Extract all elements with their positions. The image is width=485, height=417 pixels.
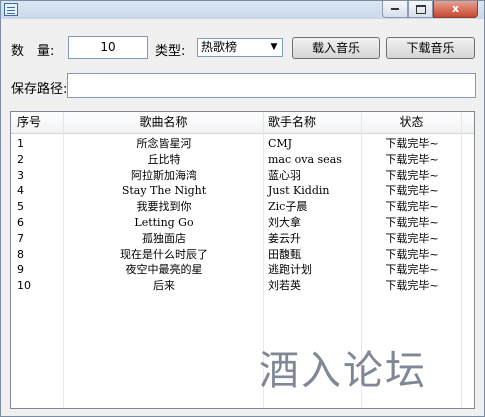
table-row[interactable]: 4 Stay The Night Just Kiddin 下载完毕~ <box>11 183 474 199</box>
app-window: x 数 量: 10 类型: 热歌榜 ▼ 载入音乐 下载音乐 保存路径: 序号 歌… <box>0 0 485 417</box>
row-song-name: 孤独面店 <box>142 231 186 245</box>
table-row[interactable]: 5 我要找到你 Zic子晨 下载完毕~ <box>11 199 474 215</box>
row-status: 下载完毕~ <box>385 247 439 261</box>
watermark-logo: 酒入论坛 <box>259 348 427 394</box>
row-index: 6 <box>17 215 24 229</box>
table-row[interactable]: 3 阿拉斯加海湾 蓝心羽 下载完毕~ <box>11 168 474 184</box>
dropdown-arrow-icon[interactable]: ▼ <box>266 39 282 56</box>
column-header-status[interactable]: 状态 <box>362 112 462 133</box>
row-artist-name: 蓝心羽 <box>268 168 301 182</box>
import-music-button[interactable]: 载入音乐 <box>292 37 380 59</box>
row-index: 5 <box>17 200 24 214</box>
quantity-label: 数 量: <box>11 44 55 59</box>
row-artist-name: CMJ <box>268 137 293 150</box>
row-song-name: 丘比特 <box>147 152 181 166</box>
type-selected-value: 热歌榜 <box>201 40 238 54</box>
row-song-name: 夜空中最亮的星 <box>125 263 203 277</box>
table-row[interactable]: 6 Letting Go 刘大拿 下载完毕~ <box>11 215 474 231</box>
save-path-label: 保存路径: <box>11 82 68 97</box>
row-status: 下载完毕~ <box>385 279 439 293</box>
row-status: 下载完毕~ <box>385 184 439 198</box>
row-index: 1 <box>17 137 24 150</box>
row-artist-name: Zic子晨 <box>268 200 308 214</box>
save-path-input[interactable] <box>67 73 476 98</box>
row-status: 下载完毕~ <box>385 215 439 229</box>
row-song-name: 我要找到你 <box>136 200 192 214</box>
row-artist-name: Just Kiddin <box>268 184 330 198</box>
row-status: 下载完毕~ <box>385 137 439 150</box>
row-artist-name: 逃跑计划 <box>268 263 312 277</box>
row-status: 下载完毕~ <box>385 152 439 166</box>
type-label: 类型: <box>155 44 186 59</box>
row-song-name: Stay The Night <box>121 184 207 198</box>
row-song-name: 现在是什么时辰了 <box>120 247 208 261</box>
table-row[interactable]: 1 所念皆星河 CMJ 下载完毕~ <box>11 136 474 152</box>
row-artist-name: mac ova seas <box>268 152 342 166</box>
row-song-name: 后来 <box>153 279 175 293</box>
close-icon: x <box>451 2 460 15</box>
table-row[interactable]: 8 现在是什么时辰了 田馥甄 下载完毕~ <box>11 247 474 263</box>
quantity-input[interactable]: 10 <box>68 36 148 59</box>
list-header: 序号 歌曲名称 歌手名称 状态 <box>11 112 474 134</box>
minimize-button[interactable] <box>382 1 408 18</box>
table-row[interactable]: 2 丘比特 mac ova seas 下载完毕~ <box>11 152 474 168</box>
row-artist-name: 田馥甄 <box>268 247 301 261</box>
row-song-name: Letting Go <box>134 215 194 229</box>
maximize-button[interactable] <box>408 1 433 18</box>
column-header-index[interactable]: 序号 <box>11 112 64 133</box>
list-rows: 1 所念皆星河 CMJ 下载完毕~ 2 丘比特 mac ova seas 下载完毕~ 3 阿拉斯加… <box>11 136 474 294</box>
row-index: 3 <box>17 168 24 182</box>
row-song-name: 阿拉斯加海湾 <box>131 168 197 182</box>
row-status: 下载完毕~ <box>385 168 439 182</box>
close-button[interactable]: x <box>433 1 478 18</box>
row-status: 下载完毕~ <box>385 263 439 277</box>
title-bar[interactable]: x <box>1 1 484 19</box>
row-artist-name: 姜云升 <box>268 231 301 245</box>
row-status: 下载完毕~ <box>385 200 439 214</box>
minimize-icon <box>391 8 399 10</box>
table-row[interactable]: 10 后来 刘若英 下载完毕~ <box>11 278 474 294</box>
table-row[interactable]: 7 孤独面店 姜云升 下载完毕~ <box>11 231 474 247</box>
row-index: 10 <box>17 279 31 293</box>
row-artist-name: 刘若英 <box>268 279 301 293</box>
row-status: 下载完毕~ <box>385 231 439 245</box>
maximize-icon <box>415 4 426 14</box>
row-index: 7 <box>17 231 24 245</box>
type-select[interactable]: 热歌榜 ▼ <box>197 38 283 57</box>
row-index: 4 <box>17 184 24 198</box>
row-index: 8 <box>17 247 24 261</box>
app-list-icon <box>4 3 18 16</box>
row-index: 2 <box>17 152 24 166</box>
row-song-name: 所念皆星河 <box>136 137 192 150</box>
download-music-button[interactable]: 下载音乐 <box>386 37 475 59</box>
row-artist-name: 刘大拿 <box>268 215 301 229</box>
table-row[interactable]: 9 夜空中最亮的星 逃跑计划 下载完毕~ <box>11 262 474 278</box>
row-index: 9 <box>17 263 24 277</box>
column-header-song[interactable]: 歌曲名称 <box>64 112 264 133</box>
column-header-artist[interactable]: 歌手名称 <box>264 112 362 133</box>
